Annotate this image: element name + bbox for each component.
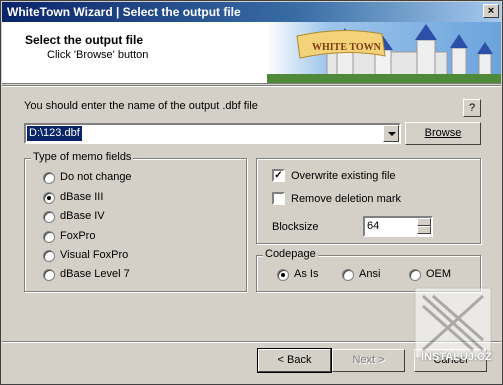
castle-banner-icon: WHITE TOWN: [267, 22, 501, 83]
remove-deletion-label: Remove deletion mark: [291, 193, 402, 205]
radio-label: OEM: [426, 268, 452, 280]
radio-label: Do not change: [60, 171, 132, 183]
wizard-window: WhiteTown Wizard | Select the output fil…: [0, 0, 503, 385]
radio-label: dBase III: [60, 191, 104, 203]
memo-group-title: Type of memo fields: [31, 151, 134, 163]
radio-foxpro[interactable]: [43, 231, 55, 243]
blocksize-label: Blocksize: [272, 221, 319, 233]
header-divider: [2, 85, 501, 87]
output-path-combo[interactable]: D:\123.dbf: [24, 123, 401, 144]
radio-dbase-level-7[interactable]: [43, 269, 55, 281]
blocksize-value[interactable]: 64: [367, 220, 379, 232]
help-button[interactable]: ?: [463, 99, 481, 117]
title-bar: WhiteTown Wizard | Select the output fil…: [2, 2, 501, 22]
back-button[interactable]: < Back: [257, 348, 332, 373]
watermark-text: INSTALUJ.CZ: [421, 351, 492, 363]
radio-ansi[interactable]: [342, 269, 354, 281]
spin-down-icon[interactable]: [417, 226, 431, 234]
radio-label: FoxPro: [60, 230, 96, 242]
output-prompt: You should enter the name of the output …: [24, 100, 258, 112]
remove-deletion-checkbox[interactable]: [272, 192, 285, 205]
radio-dbase-iv[interactable]: [43, 211, 55, 223]
spinner-buttons[interactable]: [417, 218, 431, 235]
codepage-group-title: Codepage: [263, 248, 318, 260]
radio-do-not-change[interactable]: [43, 172, 55, 184]
overwrite-checkbox[interactable]: ✓: [272, 169, 285, 182]
close-button[interactable]: ×: [483, 4, 499, 18]
radio-label: dBase Level 7: [60, 268, 130, 280]
radio-label: dBase IV: [60, 210, 105, 222]
radio-oem[interactable]: [409, 269, 421, 281]
blocksize-spinner[interactable]: 64: [363, 216, 433, 237]
radio-as-is[interactable]: [277, 269, 289, 281]
spin-up-icon[interactable]: [417, 218, 431, 226]
next-button[interactable]: Next >: [332, 349, 405, 372]
radio-label: Visual FoxPro: [60, 249, 129, 261]
browse-label: Browse: [424, 127, 462, 139]
header-subtitle: Click 'Browse' button: [47, 49, 149, 61]
overwrite-label: Overwrite existing file: [291, 170, 396, 182]
output-path-value[interactable]: D:\123.dbf: [27, 126, 82, 141]
radio-label: Ansi: [359, 268, 381, 280]
banner-text: WHITE TOWN: [312, 42, 382, 53]
memo-fields-group: [24, 158, 247, 292]
radio-dbase-iii[interactable]: [43, 192, 55, 204]
chevron-down-icon[interactable]: [383, 125, 399, 142]
window-title: WhiteTown Wizard | Select the output fil…: [7, 5, 241, 19]
radio-visual-foxpro[interactable]: [43, 250, 55, 262]
browse-button[interactable]: Browse: [405, 122, 481, 145]
wizard-header: Select the output file Click 'Browse' bu…: [2, 22, 501, 84]
radio-label: As Is: [294, 268, 319, 280]
header-title: Select the output file: [25, 33, 144, 47]
